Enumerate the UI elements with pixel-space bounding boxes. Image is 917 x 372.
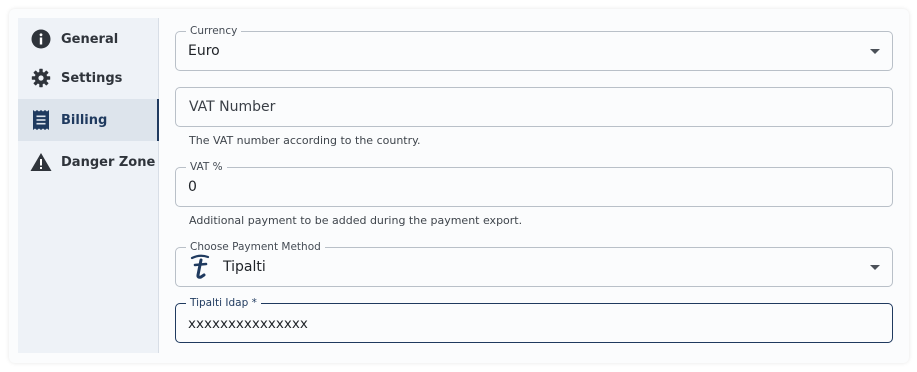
vat-percent-label: VAT % [186,160,227,174]
sidebar-item-general[interactable]: General [18,18,159,60]
warning-icon [30,151,52,173]
sidebar-item-label: General [61,31,119,47]
sidebar-item-settings[interactable]: Settings [18,57,159,99]
tipalti-idap-input[interactable]: Tipalti Idap * xxxxxxxxxxxxxxx [175,296,893,343]
tipalti-logo-icon [190,254,210,279]
sidebar-item-label: Settings [61,70,123,86]
payment-method-value: Tipalti [223,259,266,275]
tipalti-idap-label: Tipalti Idap * [186,296,261,310]
chevron-down-icon[interactable] [870,265,880,270]
currency-label: Currency [186,24,242,38]
info-icon [30,28,52,50]
sidebar-item-label: Billing [61,112,108,128]
payment-method-select[interactable]: Choose Payment Method Tipalti [175,240,893,287]
currency-value: Euro [188,43,220,59]
sidebar-item-danger-zone[interactable]: Danger Zone [18,141,159,183]
vat-percent-value: 0 [188,179,197,195]
vat-number-input[interactable]: VAT Number [175,87,893,127]
settings-sidebar: General Settings Billing Danger Zone [18,18,159,353]
receipt-icon [30,109,52,131]
sidebar-item-billing[interactable]: Billing [18,99,159,141]
vat-percent-input[interactable]: VAT % 0 [175,160,893,207]
vat-number-placeholder: VAT Number [189,99,276,115]
tipalti-idap-value: xxxxxxxxxxxxxxx [188,316,308,332]
payment-method-label: Choose Payment Method [186,240,325,254]
vat-percent-helper: Additional payment to be added during th… [189,214,523,227]
currency-select[interactable]: Currency Euro [175,24,893,71]
chevron-down-icon[interactable] [870,49,880,54]
sidebar-item-label: Danger Zone [61,154,156,170]
gear-icon [30,67,52,89]
vat-number-helper: The VAT number according to the country. [189,134,421,147]
